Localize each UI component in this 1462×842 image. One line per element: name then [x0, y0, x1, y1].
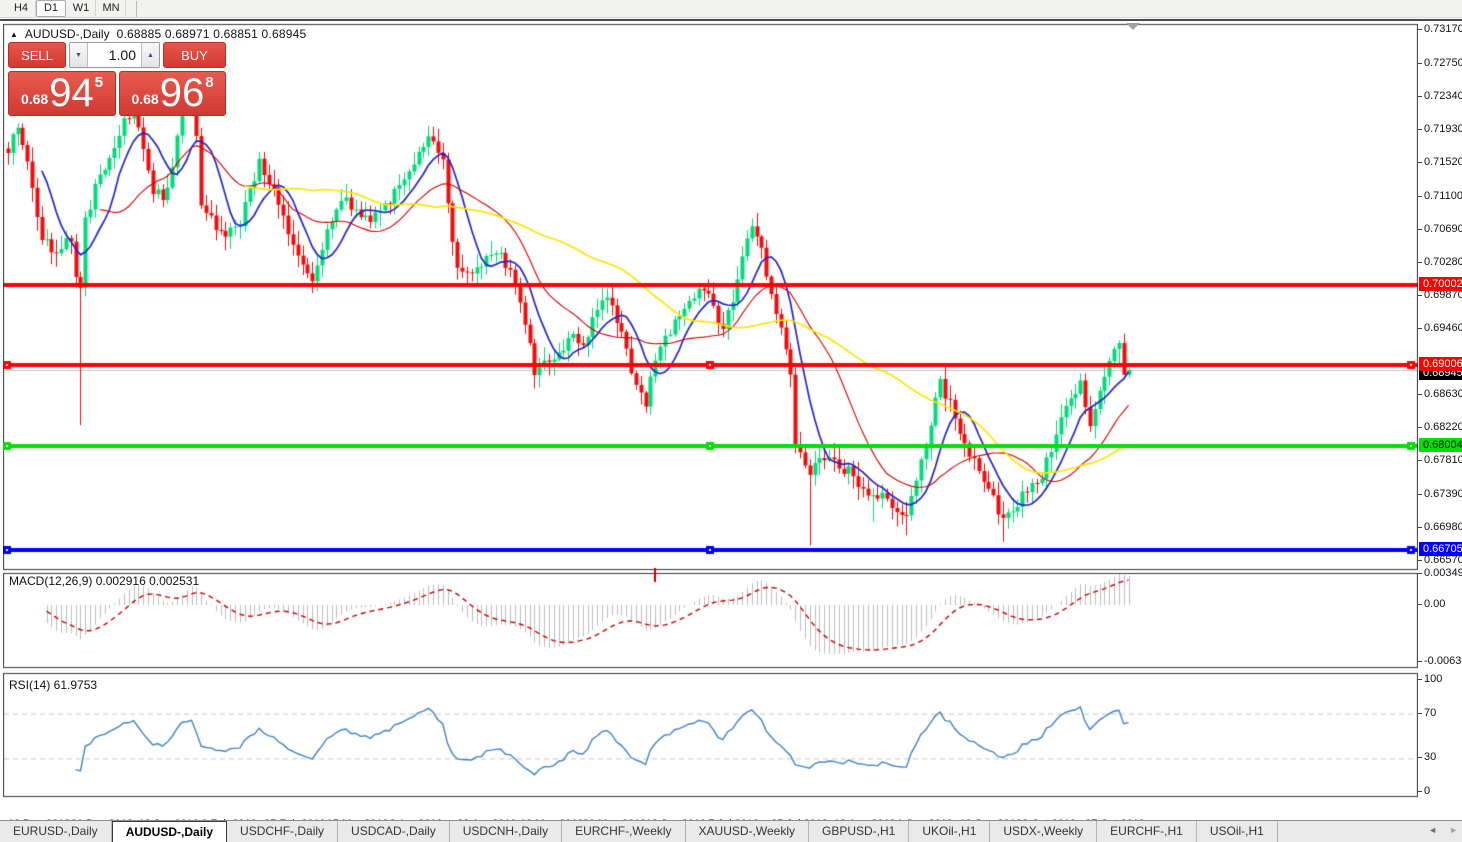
- price-tick: 0.72750: [1424, 57, 1462, 69]
- price-axis: 0.73170 0.72750 0.72340 0.71930 0.71520 0.711…: [1424, 21, 1462, 821]
- symbol-tab-usoil-h1[interactable]: USOil-,H1: [1197, 821, 1278, 842]
- symbol-title: AUDUSD-,Daily: [25, 27, 110, 41]
- price-tick: 0.69460: [1424, 322, 1462, 334]
- rsi-tick: 30: [1424, 751, 1436, 763]
- price-tick: 0.67390: [1424, 488, 1462, 500]
- level-price-badge: 0.70002: [1419, 277, 1462, 291]
- symbol-tabbar: EURUSD-,DailyAUDUSD-,DailyUSDCHF-,DailyU…: [0, 820, 1462, 842]
- volume-stepper: ▼ 1.00 ▲: [69, 42, 160, 68]
- one-click-trade-panel: SELL ▼ 1.00 ▲ BUY 0.68 94 5 0.68 96 8: [8, 42, 226, 116]
- symbol-tab-usdcnh-daily[interactable]: USDCNH-,Daily: [450, 821, 562, 842]
- symbol-tab-gbpusd-h1[interactable]: GBPUSD-,H1: [809, 821, 909, 842]
- symbol-tab-usdx-weekly[interactable]: USDX-,Weekly: [990, 821, 1097, 842]
- sell-price-pip: 5: [95, 74, 103, 91]
- macd-tick: -0.00637: [1424, 655, 1462, 667]
- symbol-tab-usdcad-daily[interactable]: USDCAD-,Daily: [338, 821, 450, 842]
- buy-price-panel[interactable]: 0.68 96 8: [119, 71, 226, 116]
- price-tick: 0.66980: [1424, 521, 1462, 533]
- rsi-tick: 100: [1424, 673, 1442, 685]
- tab-scroll-right-icon[interactable]: ►: [1449, 825, 1458, 835]
- timeframe-button-w1[interactable]: W1: [66, 0, 96, 17]
- price-tick: 0.70690: [1424, 223, 1462, 235]
- symbol-tab-eurchf-h1[interactable]: EURCHF-,H1: [1097, 821, 1197, 842]
- level-price-badge: 0.68004: [1419, 438, 1462, 452]
- volume-increase-button[interactable]: ▲: [141, 43, 159, 67]
- price-tick: 0.67810: [1424, 454, 1462, 466]
- level-price-badge: 0.66705: [1419, 542, 1462, 556]
- symbol-tab-audusd-daily[interactable]: AUDUSD-,Daily: [112, 821, 227, 842]
- price-tick: 0.71520: [1424, 156, 1462, 168]
- macd-indicator-label: MACD(12,26,9) 0.002916 0.002531: [9, 574, 199, 588]
- timeframe-button-d1[interactable]: D1: [36, 0, 66, 17]
- sell-price-big: 94: [49, 75, 94, 111]
- sell-price-prefix: 0.68: [21, 91, 48, 107]
- price-tick: 0.68630: [1424, 388, 1462, 400]
- chart-collapse-arrow-icon[interactable]: [1126, 23, 1140, 30]
- price-tick: 0.70280: [1424, 256, 1462, 268]
- collapse-icon[interactable]: ▲: [10, 30, 18, 39]
- sell-button[interactable]: SELL: [8, 42, 66, 68]
- price-tick: 0.71100: [1424, 190, 1462, 202]
- rsi-tick: 0: [1424, 785, 1430, 797]
- timeframe-toolbar: H4D1W1MN: [0, 0, 1462, 18]
- price-tick: 0.71930: [1424, 123, 1462, 135]
- volume-input[interactable]: 1.00: [88, 43, 141, 67]
- level-price-badge: 0.69006: [1419, 357, 1462, 371]
- volume-decrease-button[interactable]: ▼: [70, 43, 88, 67]
- rsi-indicator-label: RSI(14) 61.9753: [9, 678, 97, 692]
- timeframe-button-h4[interactable]: H4: [6, 0, 36, 17]
- symbol-tab-usdchf-daily[interactable]: USDCHF-,Daily: [227, 821, 338, 842]
- spin-down-icon: ▼: [75, 52, 82, 59]
- chart-canvas[interactable]: [3, 22, 1418, 798]
- buy-price-prefix: 0.68: [131, 91, 158, 107]
- toolbar-separator: [136, 1, 137, 17]
- price-tick: 0.72340: [1424, 90, 1462, 102]
- rsi-tick: 70: [1424, 707, 1436, 719]
- chart-title: ▲ AUDUSD-,Daily 0.68885 0.68971 0.68851 …: [10, 27, 306, 41]
- price-tick: 0.73170: [1424, 23, 1462, 35]
- ohlc-values: 0.68885 0.68971 0.68851 0.68945: [117, 27, 307, 41]
- spin-up-icon: ▲: [147, 52, 154, 59]
- price-tick: 0.68220: [1424, 421, 1462, 433]
- symbol-tab-ukoil-h1[interactable]: UKOil-,H1: [909, 821, 990, 842]
- buy-price-big: 96: [160, 75, 205, 111]
- chart-window: ▲ AUDUSD-,Daily 0.68885 0.68971 0.68851 …: [0, 19, 1462, 820]
- buy-button[interactable]: BUY: [163, 42, 226, 68]
- symbol-tab-eurchf-weekly[interactable]: EURCHF-,Weekly: [562, 821, 685, 842]
- symbol-tab-xauusd-weekly[interactable]: XAUUSD-,Weekly: [686, 821, 809, 842]
- symbol-tab-eurusd-daily[interactable]: EURUSD-,Daily: [0, 821, 112, 842]
- macd-tick: 0.00349: [1424, 567, 1462, 579]
- timeframe-button-mn[interactable]: MN: [96, 0, 126, 17]
- buy-price-pip: 8: [205, 74, 213, 91]
- macd-tick: 0.00: [1424, 598, 1445, 610]
- tab-scroll-left-icon[interactable]: ◄: [1428, 825, 1437, 835]
- sell-price-panel[interactable]: 0.68 94 5: [8, 71, 116, 116]
